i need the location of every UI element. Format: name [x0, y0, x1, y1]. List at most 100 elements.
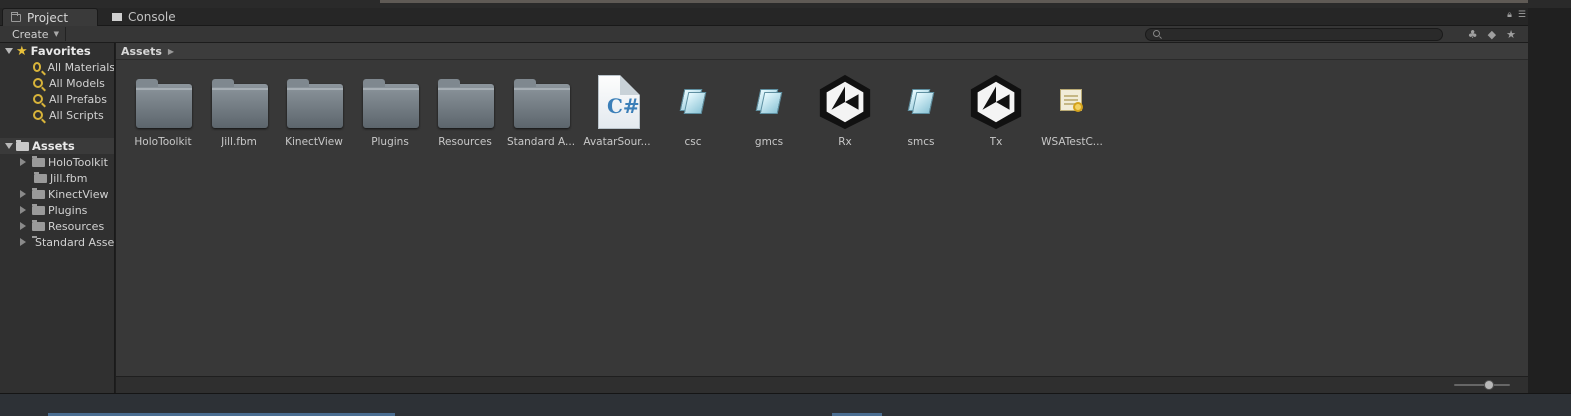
search-input[interactable]	[1145, 28, 1443, 41]
folder-icon	[32, 187, 45, 199]
os-taskbar	[0, 393, 1571, 416]
sidebar-item-label: Jill.fbm	[50, 171, 88, 185]
toolbar-icons: ♣ ◆ ★	[1468, 28, 1516, 41]
project-sidebar: ★ Favorites All Materials All Models All…	[0, 43, 115, 393]
folder-icon	[287, 79, 343, 128]
saved-search-icon	[33, 94, 43, 104]
menu-icon[interactable]: ☰	[1518, 10, 1526, 20]
asset-label: Resources	[438, 136, 492, 148]
expand-arrow-icon[interactable]	[20, 238, 26, 246]
search-by-type-icon[interactable]: ♣	[1468, 28, 1478, 41]
favorites-label: Favorites	[30, 44, 91, 58]
create-label: Create	[12, 27, 49, 41]
asset-browser-footer	[116, 376, 1528, 393]
asset-item-smcs[interactable]: smcs	[883, 72, 959, 158]
sidebar-item-label: Resources	[48, 219, 105, 233]
sidebar-item-all-prefabs[interactable]: All Prefabs	[0, 91, 114, 107]
tab-console-label: Console	[128, 10, 176, 24]
folder-icon	[32, 219, 45, 231]
tab-console[interactable]: Console	[104, 8, 194, 26]
assets-header[interactable]: Assets	[0, 138, 114, 154]
folder-icon	[32, 155, 45, 167]
sidebar-item-all-materials[interactable]: All Materials	[0, 59, 115, 75]
dropdown-arrow-icon: ▼	[53, 30, 59, 38]
csharp-script-icon: C#	[598, 75, 640, 129]
top-strip	[0, 0, 1571, 8]
asset-label: smcs	[907, 136, 935, 148]
asset-label: AvatarSour...	[583, 136, 651, 148]
asset-item-holotoolkit[interactable]: HoloToolkit	[125, 72, 201, 158]
expand-arrow-icon[interactable]	[20, 190, 26, 198]
lock-icon[interactable]: 🔒︎	[1507, 10, 1512, 20]
asset-item-avatarsource[interactable]: C# AvatarSour...	[579, 72, 655, 158]
expand-arrow-icon[interactable]	[20, 222, 26, 230]
sidebar-item-label: All Materials	[47, 60, 115, 74]
asset-item-csc[interactable]: csc	[655, 72, 731, 158]
breadcrumb-item-assets[interactable]: Assets	[121, 45, 162, 58]
asset-item-jill-fbm[interactable]: Jill.fbm	[201, 72, 277, 158]
folder-icon	[32, 203, 45, 215]
star-icon: ★	[16, 43, 28, 59]
sidebar-item-label: Plugins	[48, 203, 88, 217]
unity-logo-icon	[819, 74, 871, 130]
expand-arrow-icon[interactable]	[20, 158, 26, 166]
assets-label: Assets	[32, 139, 75, 153]
dll-icon	[679, 89, 707, 114]
asset-item-standard-assets[interactable]: Standard A...	[503, 72, 579, 158]
asset-label: Jill.fbm	[221, 136, 257, 148]
folder-icon	[16, 139, 29, 151]
folder-icon	[212, 79, 268, 128]
slider-handle[interactable]	[1484, 380, 1494, 390]
scene-view-edge	[380, 0, 1528, 3]
breadcrumb: Assets ▶	[116, 43, 1528, 60]
right-panel-edge	[1528, 8, 1571, 393]
sidebar-item-all-models[interactable]: All Models	[0, 75, 114, 91]
folder-icon	[438, 79, 494, 128]
sidebar-item-standard-assets[interactable]: Standard Assets	[0, 234, 115, 250]
asset-label: csc	[684, 136, 702, 148]
sidebar-item-plugins[interactable]: Plugins	[0, 202, 114, 218]
sidebar-item-label: All Scripts	[49, 108, 104, 122]
asset-item-wsatestcertificate[interactable]: WSATestC...	[1034, 72, 1110, 158]
asset-label: Plugins	[371, 136, 409, 148]
saved-search-icon	[33, 110, 43, 120]
folder-icon	[11, 11, 21, 22]
search-icon	[1153, 30, 1160, 37]
sidebar-item-kinectview[interactable]: KinectView	[0, 186, 114, 202]
asset-item-rx[interactable]: Rx	[807, 72, 883, 158]
expand-arrow-icon[interactable]	[20, 206, 26, 214]
asset-item-kinectview[interactable]: KinectView	[276, 72, 352, 158]
favorite-star-icon[interactable]: ★	[1506, 28, 1516, 41]
asset-item-resources[interactable]: Resources	[427, 72, 503, 158]
favorites-header[interactable]: ★ Favorites	[0, 43, 114, 59]
icon-size-slider[interactable]	[1454, 380, 1510, 390]
create-dropdown-button[interactable]: Create ▼	[6, 27, 66, 41]
asset-item-gmcs[interactable]: gmcs	[731, 72, 807, 158]
folder-icon	[136, 79, 192, 128]
label-icon[interactable]: ◆	[1488, 28, 1496, 41]
expand-arrow-icon[interactable]	[5, 143, 13, 149]
sidebar-item-label: Standard Assets	[35, 235, 115, 249]
asset-item-plugins[interactable]: Plugins	[352, 72, 428, 158]
saved-search-icon	[33, 78, 43, 88]
project-toolbar: Create ▼ ♣ ◆ ★	[0, 26, 1528, 43]
asset-label: KinectView	[285, 136, 343, 148]
sidebar-item-resources[interactable]: Resources	[0, 218, 114, 234]
unity-logo-icon	[970, 74, 1022, 130]
sidebar-item-jill-fbm[interactable]: Jill.fbm	[0, 170, 114, 186]
expand-arrow-icon[interactable]	[5, 48, 13, 54]
folder-icon	[34, 171, 47, 183]
asset-label: Tx	[989, 136, 1003, 148]
sidebar-item-holotoolkit[interactable]: HoloToolkit	[0, 154, 114, 170]
tab-project[interactable]: Project	[2, 8, 98, 26]
console-icon	[112, 13, 122, 21]
tab-bar: Project Console	[0, 8, 1528, 26]
sidebar-item-all-scripts[interactable]: All Scripts	[0, 107, 114, 123]
asset-label: HoloToolkit	[134, 136, 192, 148]
asset-label: WSATestC...	[1041, 136, 1103, 148]
sidebar-item-label: KinectView	[48, 187, 109, 201]
asset-item-tx[interactable]: Tx	[958, 72, 1034, 158]
asset-browser-panel: Assets ▶ HoloToolkit Jill.fbm KinectView…	[116, 43, 1528, 393]
window-controls: 🔒︎ ☰	[1507, 10, 1526, 20]
asset-label: gmcs	[754, 136, 784, 148]
